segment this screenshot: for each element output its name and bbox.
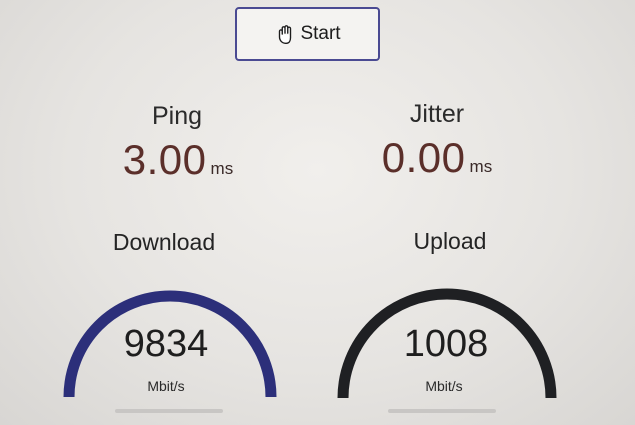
upload-unit: Mbit/s: [425, 378, 463, 394]
download-unit: Mbit/s: [147, 378, 185, 394]
upload-progress-track: [388, 409, 496, 413]
upload-title: Upload: [413, 228, 487, 254]
jitter-title: Jitter: [409, 100, 465, 128]
download-title: Download: [112, 229, 216, 255]
jitter-unit: ms: [469, 157, 493, 176]
jitter-readout: 0.00 ms: [337, 134, 537, 182]
start-button[interactable]: Start: [235, 7, 380, 61]
hand-pointer-icon: [274, 24, 296, 46]
jitter-value: 0.00: [381, 134, 466, 181]
ping-value: 3.00: [122, 136, 207, 183]
upload-value: 1008: [403, 323, 489, 365]
ping-readout: 3.00 ms: [78, 136, 278, 184]
ping-title: Ping: [151, 102, 203, 130]
download-value: 9834: [123, 323, 209, 365]
ping-unit: ms: [210, 159, 234, 178]
start-button-label: Start: [300, 23, 341, 44]
download-progress-track: [115, 409, 223, 413]
